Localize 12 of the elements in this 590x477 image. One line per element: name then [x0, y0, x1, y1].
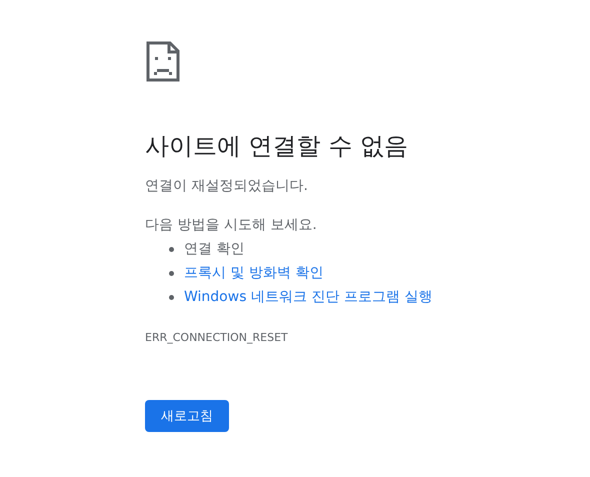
error-code: ERR_CONNECTION_RESET — [145, 331, 288, 344]
bullet-icon — [169, 294, 174, 300]
error-message: 연결이 재설정되었습니다. — [145, 177, 308, 196]
error-heading: 사이트에 연결할 수 없음 — [145, 131, 408, 162]
suggestions-intro: 다음 방법을 시도해 보세요. — [145, 216, 317, 235]
bullet-icon — [169, 270, 174, 276]
bullet-icon — [169, 246, 174, 252]
suggestion-text: 연결 확인 — [184, 240, 244, 258]
reload-button[interactable]: 새로고침 — [145, 400, 229, 432]
sad-page-icon — [146, 41, 180, 82]
suggestion-link[interactable]: Windows 네트워크 진단 프로그램 실행 — [184, 288, 432, 306]
suggestion-link[interactable]: 프록시 및 방화벽 확인 — [184, 264, 324, 282]
